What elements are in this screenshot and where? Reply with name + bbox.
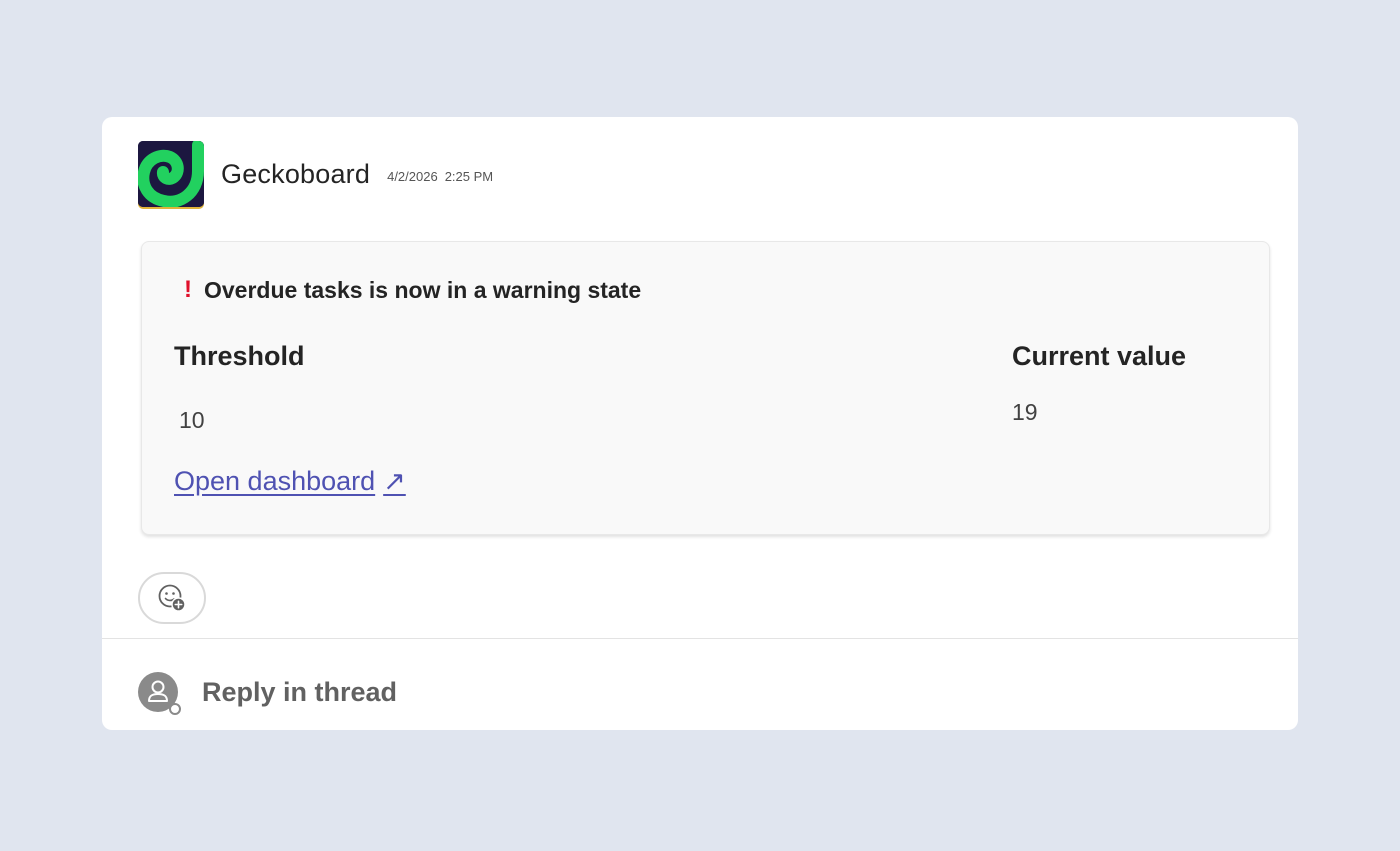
message-card: Geckoboard 4/2/2026 2:25 PM ! Overdue ta… [102,117,1298,730]
presence-status-icon [169,703,181,715]
alert-card: ! Overdue tasks is now in a warning stat… [141,241,1270,535]
geckoboard-logo-icon[interactable] [138,141,204,207]
reply-in-thread-label: Reply in thread [202,676,398,707]
add-reaction-button[interactable] [138,572,206,624]
reply-in-thread[interactable]: Reply in thread [138,672,398,715]
add-reaction-icon [158,584,186,612]
sender-name[interactable]: Geckoboard [221,159,370,190]
threshold-value: 10 [179,407,205,433]
message-timestamp: 4/2/2026 2:25 PM [387,169,493,184]
threshold-label: Threshold [174,341,305,371]
alert-title: ! Overdue tasks is now in a warning stat… [174,276,641,304]
alert-title-text: Overdue tasks is now in a warning state [204,276,642,303]
open-dashboard-label: Open dashboard [174,466,376,496]
open-dashboard-link[interactable]: Open dashboard ↗ [174,466,406,497]
current-value: 19 [1012,399,1038,425]
current-value-label: Current value [1012,341,1187,371]
external-link-icon: ↗ [383,466,406,496]
user-avatar-icon [138,672,181,715]
exclamation-icon: ! [184,276,192,303]
message-date: 4/2/2026 [387,169,438,184]
divider [102,638,1298,639]
message-header: Geckoboard 4/2/2026 2:25 PM [138,141,493,207]
message-time: 2:25 PM [444,169,494,184]
